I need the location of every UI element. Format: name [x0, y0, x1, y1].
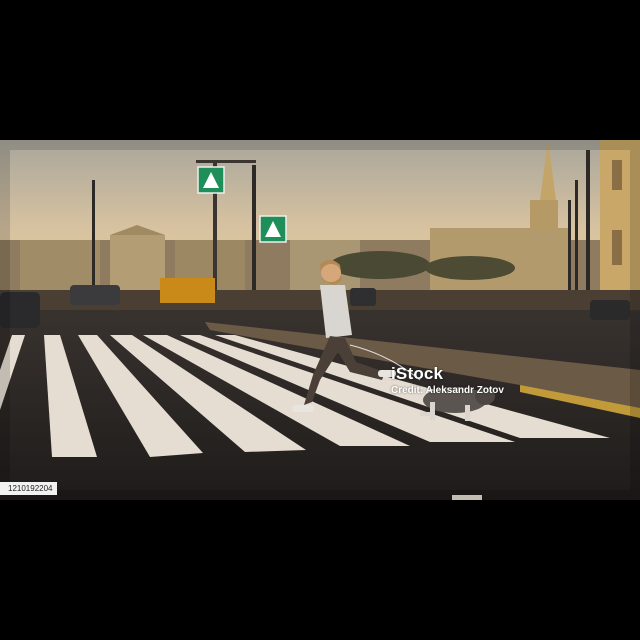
istock-logo: iStock — [391, 364, 444, 383]
photo-credit: Credit: Aleksandr Zotov — [391, 385, 504, 396]
watermark: iStock Credit: Aleksandr Zotov — [391, 364, 504, 397]
trees — [330, 251, 430, 279]
image-id-label: 1210192204 — [0, 482, 57, 495]
letterbox-frame: iStock Credit: Aleksandr Zotov 121019220… — [0, 0, 640, 640]
street-scene — [0, 140, 640, 500]
road — [0, 300, 640, 500]
street-photo — [0, 140, 640, 500]
